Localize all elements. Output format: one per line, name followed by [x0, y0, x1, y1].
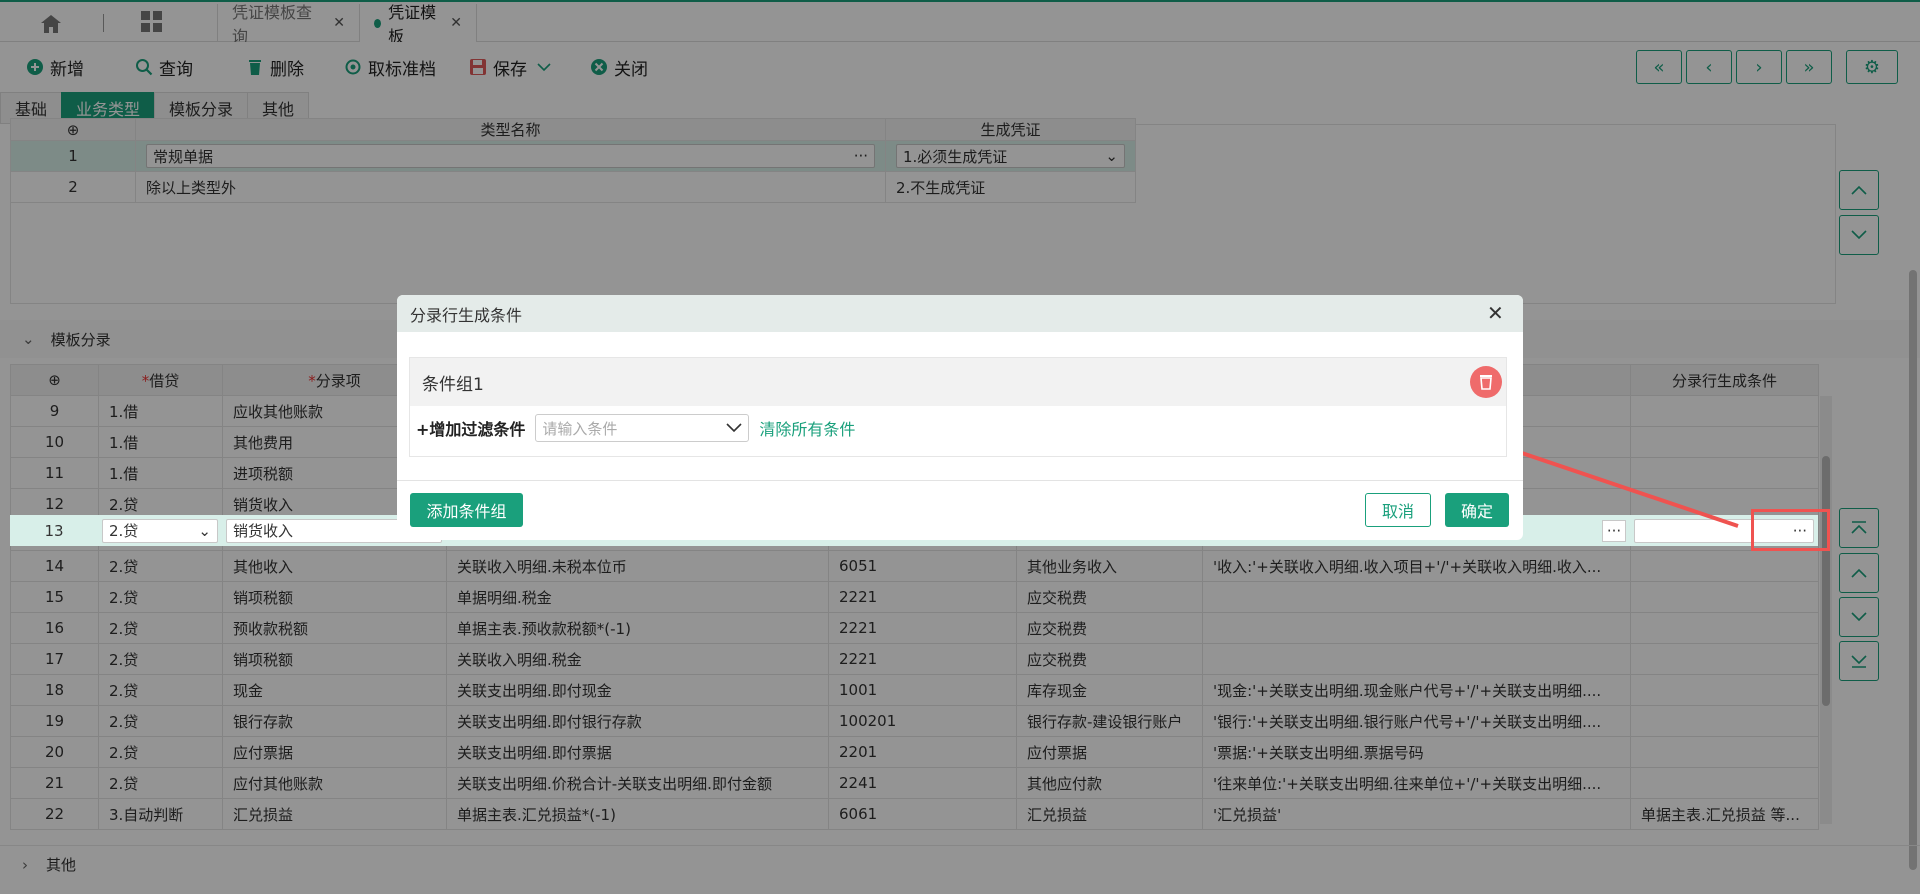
row-number: 13	[44, 521, 64, 540]
debit-credit-select[interactable]: 2.贷 ⌄	[102, 518, 218, 543]
entry-item-value: 销货收入	[233, 522, 294, 540]
delete-group-button[interactable]	[1470, 366, 1502, 398]
filter-condition-select[interactable]: 请输入条件	[535, 414, 750, 442]
chevron-down-icon	[726, 423, 742, 433]
close-icon[interactable]: ✕	[1487, 301, 1504, 325]
chevron-down-icon: ⌄	[198, 521, 211, 540]
condition-group: 条件组1 +增加过滤条件 请输入条件 清除所有条件	[409, 357, 1507, 457]
confirm-button[interactable]: 确定	[1445, 493, 1509, 527]
clear-all-conditions-link[interactable]: 清除所有条件	[759, 416, 855, 440]
trash-icon	[1480, 375, 1492, 390]
cancel-button[interactable]: 取消	[1365, 493, 1431, 527]
divider	[397, 480, 1523, 481]
dialog-header: 分录行生成条件 ✕	[397, 295, 1523, 332]
condition-dialog: 分录行生成条件 ✕ 条件组1 +增加过滤条件 请输入条件 清除所有条件 添加条件…	[397, 295, 1523, 540]
filter-placeholder: 请输入条件	[542, 419, 618, 438]
annotation-highlight-box	[1751, 509, 1830, 551]
add-filter-button[interactable]: +增加过滤条件	[416, 416, 525, 440]
filter-row: +增加过滤条件 请输入条件 清除所有条件	[416, 414, 855, 442]
debit-credit-value: 2.贷	[109, 522, 139, 540]
condition-group-title: 条件组1	[422, 374, 484, 395]
add-condition-group-button[interactable]: 添加条件组	[410, 493, 523, 527]
condition-group-header: 条件组1	[410, 358, 1506, 406]
dialog-title: 分录行生成条件	[410, 305, 523, 325]
